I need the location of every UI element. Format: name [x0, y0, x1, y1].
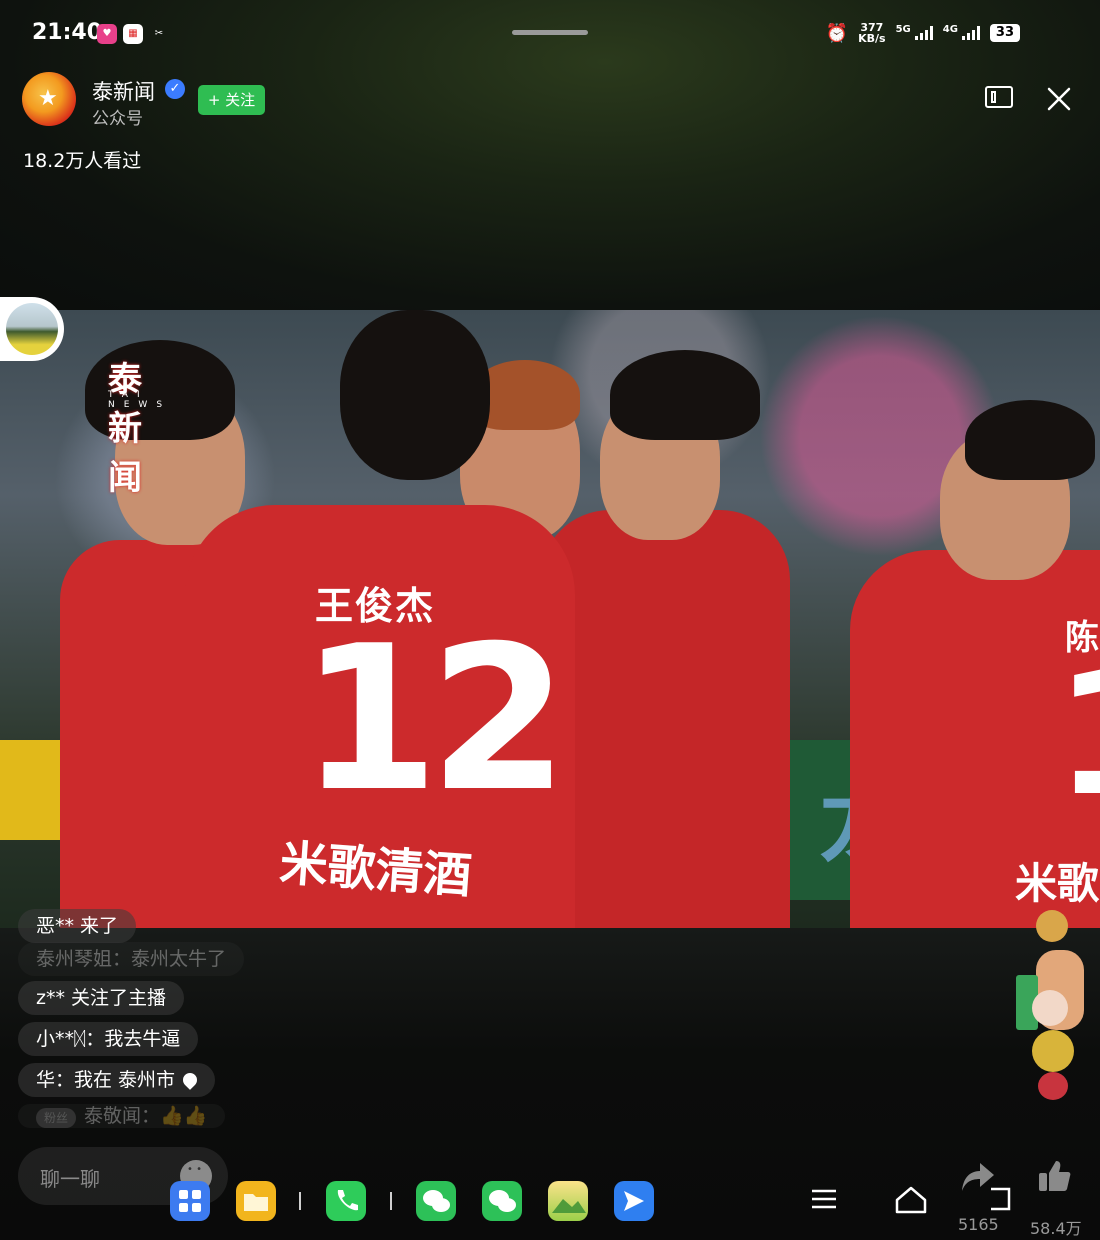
comment-item[interactable]: 华：我在 泰州市 [18, 1063, 216, 1097]
share-count: 5165 [958, 1215, 999, 1234]
account-avatar[interactable]: ★ [22, 72, 76, 126]
player-back-hair [340, 310, 490, 480]
follow-button[interactable]: + 关注 [198, 85, 265, 115]
watermark-text: 泰新闻 [108, 360, 143, 498]
account-type: 公众号 [92, 109, 143, 129]
message-app-icon[interactable] [614, 1181, 654, 1221]
calendar-notification-icon: ▦ [123, 24, 143, 44]
comment-item[interactable]: 恶** 来了 [18, 909, 137, 943]
live-video[interactable]: 龙 王俊杰 12 米歌清酒 米歌 陈 1 泰新闻 TAI NEWS [0, 310, 1100, 928]
comment-item[interactable]: 小**ᛞ：我去牛逼 [18, 1022, 199, 1056]
comment-item[interactable]: 泰州琴姐：泰州太牛了 [18, 942, 245, 976]
home-icon[interactable] [894, 1185, 928, 1215]
menu-icon[interactable] [810, 1185, 838, 1213]
like-icon[interactable] [1036, 1158, 1072, 1194]
jersey-number-partial: 1 [1055, 650, 1100, 820]
net-type-5g: 5G [895, 23, 911, 35]
jersey-sponsor: 米歌清酒 [277, 835, 474, 905]
view-count: 18.2万人看过 [23, 150, 142, 172]
location-icon [180, 1070, 200, 1090]
player-center-right [540, 510, 790, 928]
app-center-icon[interactable] [170, 1181, 210, 1221]
mini-thumbnail[interactable] [0, 297, 64, 361]
window-drag-handle[interactable] [512, 30, 588, 35]
dock-separator [390, 1192, 392, 1210]
watermark-subtext: TAI NEWS [108, 390, 172, 410]
status-bar: 21:40 ♥ ▦ ✂ ⏰ 377 KB/s 5G 4G 33 [0, 0, 1100, 68]
jersey-number: 12 [300, 603, 568, 836]
app-notification-icon: ♥ [97, 24, 117, 44]
thumbnail-image [6, 303, 58, 355]
scissors-notification-icon: ✂ [154, 28, 164, 39]
verified-icon: ✓ [165, 79, 185, 99]
dock-separator [299, 1192, 301, 1210]
back-icon[interactable] [985, 1185, 1015, 1215]
wechat-app-icon[interactable] [416, 1181, 456, 1221]
like-count: 58.4万 [1030, 1219, 1082, 1238]
player-right-hair [965, 400, 1095, 480]
status-time: 21:40 [32, 20, 103, 45]
player-center-right-hair [610, 350, 760, 440]
reaction-heart-icon [1038, 1072, 1068, 1100]
net-type-4g: 4G [942, 23, 958, 35]
files-app-icon[interactable] [236, 1181, 276, 1221]
gallery-app-icon[interactable] [548, 1181, 588, 1221]
wechat-clone-app-icon[interactable] [482, 1181, 522, 1221]
signal-4g-icon [961, 26, 980, 40]
fans-badge: 粉丝 [36, 1108, 77, 1128]
status-indicators: ⏰ 377 KB/s 5G 4G 33 [826, 22, 1020, 44]
window-icon[interactable] [985, 86, 1013, 108]
signal-5g-icon [914, 26, 933, 40]
close-icon[interactable] [1043, 83, 1075, 115]
net-speed: 377 KB/s [858, 21, 886, 45]
battery-level: 33 [989, 24, 1020, 42]
star-logo-icon: ★ [38, 86, 58, 111]
account-name[interactable]: 泰新闻 [92, 76, 155, 106]
reaction-smile-icon [1032, 1030, 1074, 1072]
reaction-avatar-icon [1032, 990, 1068, 1026]
comment-item[interactable]: 粉丝 泰敬闻：👍👍 [18, 1104, 226, 1128]
comment-item[interactable]: z** 关注了主播 [18, 981, 185, 1015]
reaction-emoji-icon [1036, 910, 1068, 942]
jersey-sponsor-partial: 米歌 [1015, 859, 1100, 908]
phone-app-icon[interactable] [326, 1181, 366, 1221]
alarm-icon: ⏰ [825, 22, 849, 44]
